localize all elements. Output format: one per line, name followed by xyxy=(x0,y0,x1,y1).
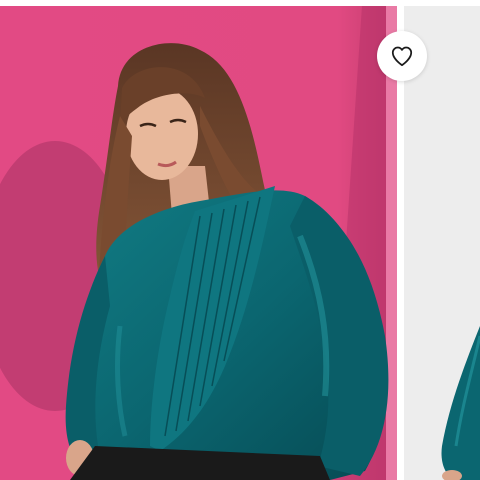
product-image-main[interactable] xyxy=(0,6,397,480)
product-image-carousel[interactable] xyxy=(0,0,480,480)
model-photo xyxy=(0,6,397,480)
heart-outline-icon xyxy=(389,43,415,69)
wishlist-button[interactable] xyxy=(377,31,427,81)
